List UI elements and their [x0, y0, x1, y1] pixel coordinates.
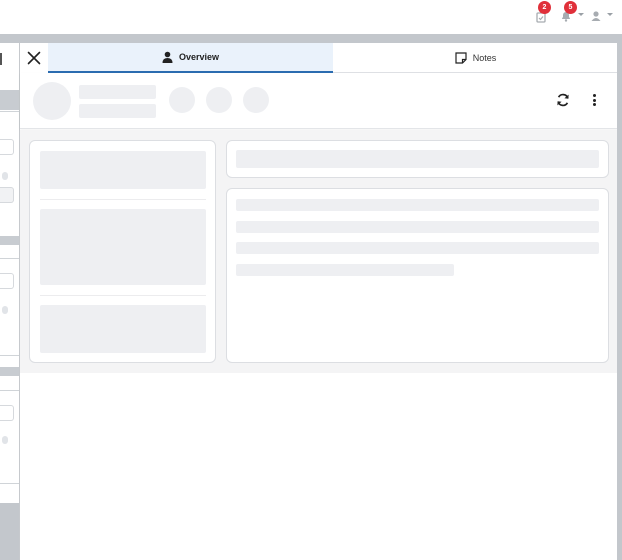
background-scroll-edge	[617, 43, 622, 560]
background-field	[0, 139, 14, 155]
overlay-strip	[0, 34, 622, 43]
notifications-caret-icon[interactable]	[578, 13, 584, 16]
background-edge-marker	[0, 53, 2, 65]
background-band	[0, 90, 19, 110]
background-band	[0, 367, 19, 376]
avatar-placeholder	[33, 82, 71, 120]
summary-block-placeholder	[40, 151, 206, 189]
background-pin-icon	[2, 306, 8, 314]
panel-tabs: Overview Notes	[48, 43, 618, 73]
background-divider	[0, 258, 19, 259]
background-divider	[0, 483, 19, 484]
summary-card	[29, 140, 216, 363]
highlight-placeholder	[236, 150, 599, 168]
more-vertical-icon	[592, 103, 596, 106]
card-divider	[40, 199, 206, 200]
highlight-card	[226, 140, 609, 178]
tasks-badge: 2	[538, 1, 551, 14]
background-page	[0, 43, 19, 560]
background-divider	[0, 111, 19, 112]
background-field	[0, 273, 14, 289]
details-line-placeholder	[236, 199, 599, 211]
account-caret-icon[interactable]	[607, 13, 613, 16]
more-vertical-icon	[592, 94, 596, 97]
tab-notes-label: Notes	[472, 53, 497, 63]
background-band	[0, 236, 19, 245]
background-divider	[0, 390, 19, 391]
record-header	[20, 73, 618, 129]
refresh-icon	[557, 93, 569, 107]
tab-notes[interactable]: Notes	[333, 43, 618, 73]
action-placeholder	[206, 87, 232, 113]
more-vertical-icon	[592, 98, 596, 102]
account-icon[interactable]	[588, 8, 604, 24]
close-icon	[27, 51, 41, 65]
refresh-button[interactable]	[555, 92, 571, 108]
action-placeholder	[243, 87, 269, 113]
tab-overview[interactable]: Overview	[48, 43, 333, 73]
background-divider	[0, 355, 19, 356]
record-panel: Overview Notes	[19, 43, 618, 560]
background-footer	[0, 503, 19, 560]
overview-content	[20, 130, 618, 373]
background-pin-icon	[2, 436, 8, 444]
card-divider	[40, 295, 206, 296]
top-app-bar: 2 5	[0, 0, 622, 34]
close-button[interactable]	[20, 43, 48, 73]
action-placeholder	[169, 87, 195, 113]
details-line-placeholder	[236, 242, 599, 254]
tab-overview-label: Overview	[178, 52, 220, 62]
background-pin-icon	[2, 172, 8, 180]
notifications-badge: 5	[564, 1, 577, 14]
details-card	[226, 188, 609, 363]
details-line-placeholder	[236, 221, 599, 233]
title-placeholder	[79, 85, 156, 99]
more-options-button[interactable]	[586, 92, 602, 108]
note-icon	[455, 52, 467, 64]
subtitle-placeholder	[79, 104, 156, 118]
user-icon	[162, 51, 173, 63]
summary-block-placeholder	[40, 305, 206, 353]
details-line-placeholder	[236, 264, 454, 276]
background-field	[0, 405, 14, 421]
summary-block-placeholder	[40, 209, 206, 285]
background-field	[0, 187, 14, 203]
